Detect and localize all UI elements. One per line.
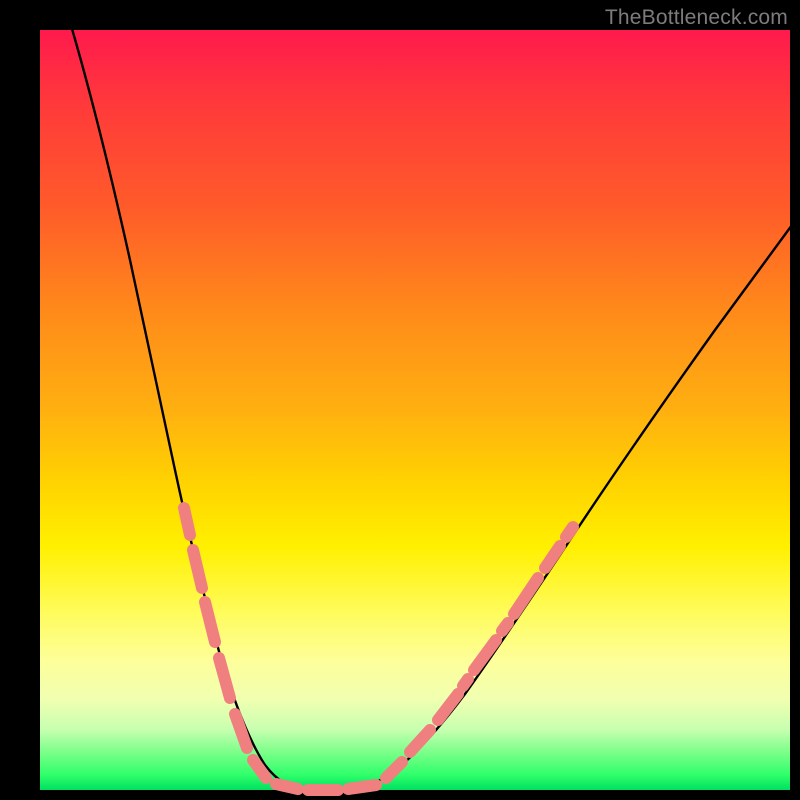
salmon-dash xyxy=(566,527,573,537)
salmon-dash xyxy=(514,578,538,614)
salmon-dash xyxy=(410,730,430,752)
salmon-dash xyxy=(438,694,458,720)
salmon-dash xyxy=(205,602,215,642)
salmon-dash xyxy=(235,714,247,748)
salmon-dashes-right xyxy=(386,527,573,778)
chart-frame: TheBottleneck.com xyxy=(0,0,800,800)
bottleneck-curve xyxy=(70,22,792,790)
salmon-dash xyxy=(502,623,508,631)
salmon-dash xyxy=(386,762,402,778)
curve-svg xyxy=(40,30,790,790)
salmon-dashes-valley xyxy=(276,784,376,790)
salmon-dash xyxy=(193,550,202,588)
salmon-dash xyxy=(184,508,190,535)
salmon-dash xyxy=(348,785,376,789)
salmon-dash xyxy=(219,658,230,698)
watermark-text: TheBottleneck.com xyxy=(605,6,788,30)
salmon-dashes-left xyxy=(184,508,266,778)
salmon-dash xyxy=(463,679,468,686)
salmon-dash xyxy=(276,784,298,789)
salmon-dash xyxy=(545,546,560,568)
plot-area xyxy=(40,30,790,790)
